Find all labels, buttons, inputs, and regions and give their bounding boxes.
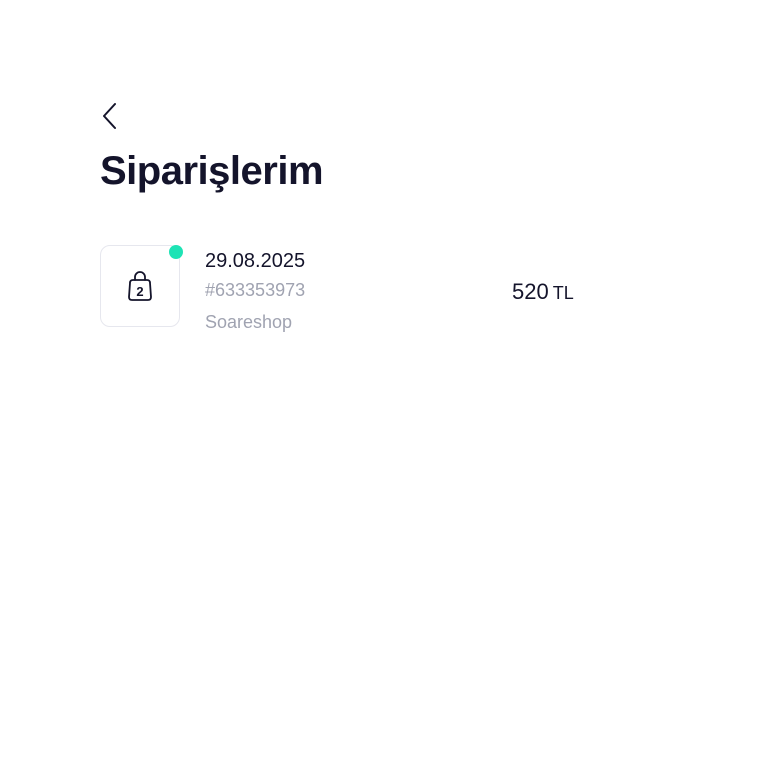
item-count: 2: [136, 284, 143, 299]
order-number: #633353973: [205, 280, 306, 300]
back-button[interactable]: [100, 100, 132, 132]
status-dot: [169, 245, 183, 259]
order-price: 520 TL: [512, 279, 574, 306]
page-title: Siparişlerim: [100, 149, 324, 193]
order-shop-name: Soareshop: [205, 312, 293, 332]
chevron-left-icon: [103, 103, 116, 129]
order-date: 29.08.2025: [205, 250, 306, 272]
price-currency: TL: [552, 283, 574, 303]
order-info: 29.08.2025 #633353973 Soareshop: [205, 248, 305, 338]
shopping-bag-icon: 2: [128, 271, 152, 301]
order-thumbnail: 2: [100, 245, 180, 327]
price-amount: 520: [512, 279, 549, 304]
order-list-item[interactable]: 2 29.08.2025 #633353973 Soareshop 520 TL: [100, 244, 590, 334]
